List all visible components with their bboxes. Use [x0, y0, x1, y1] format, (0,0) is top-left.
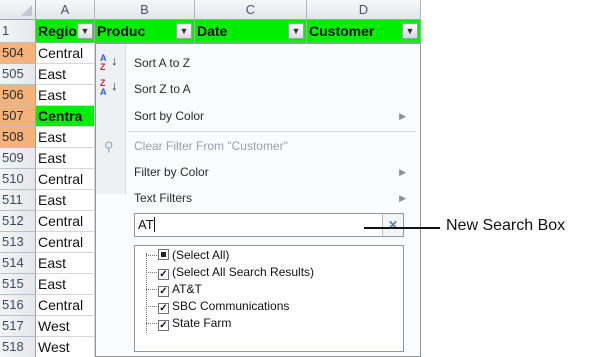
region-cell[interactable]: Central — [36, 43, 95, 64]
list-item-label: State Farm — [172, 316, 232, 330]
sort-a-to-z-icon: A Z ↓ — [100, 53, 118, 72]
list-item-att[interactable]: ✓ AT&T — [158, 281, 202, 298]
filter-values-list: (Select All) ✓ (Select All Search Results… — [134, 245, 404, 352]
callout-label: New Search Box — [446, 217, 566, 234]
text-filters-item[interactable]: Text Filters — [134, 185, 192, 211]
row-header[interactable]: 510 — [0, 169, 36, 190]
row-header[interactable]: 506 — [0, 85, 36, 106]
region-cell[interactable]: Centra — [36, 106, 95, 127]
list-item-label: AT&T — [172, 282, 202, 296]
checkbox-checked-icon[interactable]: ✓ — [158, 320, 169, 331]
header-label-product: Produc — [97, 23, 146, 39]
autofilter-menu: A Z ↓ Sort A to Z Z A ↓ Sort Z to A Sort by … — [95, 43, 421, 357]
region-cell[interactable]: West — [36, 337, 95, 357]
select-all-corner[interactable] — [0, 0, 36, 20]
list-item-label: (Select All Search Results) — [172, 265, 315, 279]
header-label-customer: Customer — [309, 23, 375, 39]
header-label-date: Date — [197, 23, 228, 39]
region-cell[interactable]: East — [36, 190, 95, 211]
search-input[interactable]: AT ✕ — [134, 213, 404, 237]
filter-dropdown-icon[interactable]: ▼ — [176, 23, 192, 39]
region-cell[interactable]: Central — [36, 169, 95, 190]
submenu-arrow-icon: ▶ — [399, 167, 406, 177]
header-cell-customer[interactable]: Customer ▼ — [307, 20, 421, 43]
tree-line — [146, 306, 157, 307]
row-header[interactable]: 512 — [0, 211, 36, 232]
submenu-arrow-icon: ▶ — [399, 193, 406, 203]
row-header[interactable]: 514 — [0, 253, 36, 274]
row-header[interactable]: 511 — [0, 190, 36, 211]
submenu-arrow-icon: ▶ — [399, 111, 406, 121]
region-cell[interactable]: Central — [36, 232, 95, 253]
filter-by-color-item[interactable]: Filter by Color — [134, 159, 209, 185]
tree-line — [146, 272, 157, 273]
region-cell[interactable]: East — [36, 127, 95, 148]
row-header-1[interactable]: 1 — [0, 20, 36, 43]
region-cell[interactable]: West — [36, 316, 95, 337]
header-cell-date[interactable]: Date ▼ — [195, 20, 307, 43]
callout-line — [364, 227, 440, 229]
menu-separator — [128, 131, 416, 132]
row-header[interactable]: 518 — [0, 337, 36, 357]
sort-by-color-item[interactable]: Sort by Color — [134, 103, 204, 129]
row-header[interactable]: 516 — [0, 295, 36, 316]
column-header-a[interactable]: A — [36, 0, 95, 20]
row-header[interactable]: 515 — [0, 274, 36, 295]
region-cell[interactable]: East — [36, 274, 95, 295]
row-header[interactable]: 513 — [0, 232, 36, 253]
header-cell-region[interactable]: Region ▼ — [36, 20, 95, 43]
sort-z-to-a-icon: Z A ↓ — [100, 78, 118, 97]
filter-dropdown-active-icon[interactable]: ▼ — [402, 23, 418, 39]
row-header[interactable]: 504 — [0, 43, 36, 64]
row-header[interactable]: 509 — [0, 148, 36, 169]
checkbox-checked-icon[interactable]: ✓ — [158, 269, 169, 280]
list-item-select-search-results[interactable]: ✓ (Select All Search Results) — [158, 264, 314, 281]
region-cell[interactable]: Central — [36, 295, 95, 316]
tree-line — [146, 323, 157, 324]
region-cell[interactable]: East — [36, 148, 95, 169]
region-cell[interactable]: East — [36, 85, 95, 106]
filter-dropdown-icon[interactable]: ▼ — [77, 23, 93, 39]
tree-line — [146, 289, 157, 290]
spreadsheet: A B C D 1 Region ▼ Produc ▼ Date ▼ Custo… — [0, 0, 421, 357]
row-header[interactable]: 507 — [0, 106, 36, 127]
checkbox-partial-icon[interactable] — [158, 249, 169, 260]
filter-dropdown-icon[interactable]: ▼ — [288, 23, 304, 39]
list-item-label: SBC Communications — [172, 299, 290, 313]
column-header-b[interactable]: B — [95, 0, 195, 20]
row-header[interactable]: 505 — [0, 64, 36, 85]
column-header-d[interactable]: D — [307, 0, 421, 20]
checkbox-checked-icon[interactable]: ✓ — [158, 286, 169, 297]
column-header-c[interactable]: C — [195, 0, 307, 20]
clear-filter-item[interactable]: Clear Filter From "Customer" — [134, 133, 288, 159]
checkbox-checked-icon[interactable]: ✓ — [158, 303, 169, 314]
list-item-label: (Select All) — [172, 248, 230, 262]
search-input-value: AT — [138, 217, 154, 232]
clear-filter-icon: ⚲ — [104, 139, 114, 154]
text-cursor — [153, 217, 155, 232]
list-item-select-all[interactable]: (Select All) — [158, 247, 229, 264]
region-cell[interactable]: East — [36, 64, 95, 85]
region-cell[interactable]: Central — [36, 211, 95, 232]
sort-z-to-a-item[interactable]: Sort Z to A — [134, 76, 191, 102]
tree-line — [146, 255, 157, 256]
region-cell[interactable]: East — [36, 253, 95, 274]
corner-triangle-icon — [21, 5, 32, 16]
header-cell-product[interactable]: Produc ▼ — [95, 20, 195, 43]
list-item-state-farm[interactable]: ✓ State Farm — [158, 315, 231, 332]
row-header[interactable]: 517 — [0, 316, 36, 337]
list-item-sbc[interactable]: ✓ SBC Communications — [158, 298, 289, 315]
tree-line — [146, 253, 147, 333]
clear-search-icon[interactable]: ✕ — [382, 214, 403, 236]
sort-a-to-z-item[interactable]: Sort A to Z — [134, 50, 190, 76]
row-header[interactable]: 508 — [0, 127, 36, 148]
